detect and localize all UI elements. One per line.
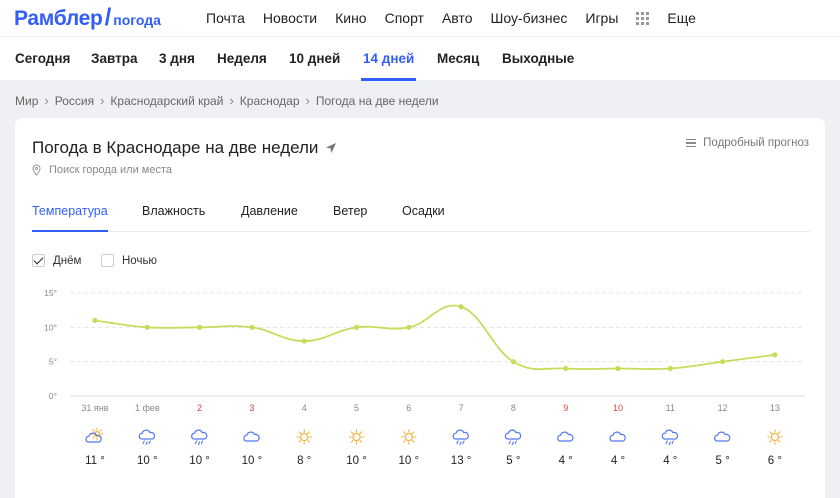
day-temperature-label: 13 ° [451, 455, 472, 467]
tab-3-days[interactable]: 3 дня [159, 51, 195, 66]
day-label: 1 фев [135, 403, 160, 413]
day-label: 5 [354, 403, 359, 413]
day-temperature-label: 8 ° [297, 455, 311, 467]
temperature-point[interactable] [353, 324, 360, 330]
top-header: Рамблер / погода Почта Новости Кино Спор… [0, 0, 840, 36]
temperature-point[interactable] [249, 324, 255, 330]
nav-news[interactable]: Новости [263, 10, 317, 26]
nav-sport[interactable]: Спорт [385, 10, 424, 26]
breadcrumb-separator: › [100, 93, 105, 108]
logo-slash: / [104, 4, 112, 31]
day-label: 4 [302, 403, 307, 413]
day-label: 11 [666, 403, 675, 413]
tab-10-days[interactable]: 10 дней [289, 51, 340, 66]
day-temperature-label: 5 ° [715, 455, 729, 467]
breadcrumb-separator: › [229, 93, 234, 108]
sun-icon [348, 429, 365, 445]
day-temperature-label: 11 ° [85, 455, 105, 467]
day-label: 7 [459, 403, 464, 413]
period-tabs: Сегодня Завтра 3 дня Неделя 10 дней 14 д… [0, 36, 840, 81]
breadcrumb-city[interactable]: Краснодар [240, 94, 300, 108]
nav-more[interactable]: Еще [636, 10, 714, 26]
cloud-icon [243, 431, 260, 442]
day-temperature-label: 10 ° [399, 455, 420, 467]
breadcrumb-separator: › [44, 93, 49, 108]
cloud-icon [609, 431, 626, 442]
nav-more-label: Еще [667, 10, 696, 26]
temperature-point[interactable] [406, 324, 412, 330]
rain-icon [191, 429, 208, 446]
breadcrumb-separator: › [305, 93, 310, 108]
day-label: 13 [770, 403, 780, 413]
forecast-card: Погода в Краснодаре на две недели Поиск … [15, 118, 825, 498]
y-tick-label: 10° [44, 322, 57, 332]
day-temperature-line [94, 304, 776, 371]
temperature-point[interactable] [615, 365, 621, 372]
day-temperature-label: 10 ° [346, 455, 367, 467]
day-temperature-label: 10 ° [189, 455, 210, 467]
temperature-point[interactable] [458, 304, 464, 310]
nav-auto[interactable]: Авто [442, 10, 473, 26]
sun-icon [296, 429, 312, 445]
rain-icon [138, 429, 156, 446]
tab-month[interactable]: Месяц [437, 51, 479, 66]
day-temperature-label: 4 ° [663, 455, 677, 467]
logo-text: Рамблер [14, 7, 103, 30]
breadcrumb-current: Погода на две недели [315, 93, 439, 108]
partly-cloudy-icon [85, 427, 104, 443]
day-temperature-label: 4 ° [559, 455, 573, 467]
day-label: 10 [613, 403, 623, 413]
sun-icon [401, 429, 417, 445]
breadcrumb-world[interactable]: Мир [15, 94, 38, 108]
tab-week[interactable]: Неделя [217, 51, 267, 66]
rambler-logo[interactable]: Рамблер / погода [14, 4, 161, 31]
temperature-point[interactable] [720, 359, 726, 365]
temperature-point[interactable] [92, 317, 98, 324]
nav-show-business[interactable]: Шоу-бизнес [490, 10, 567, 26]
y-tick-label: 15° [44, 288, 57, 298]
day-label: 8 [511, 403, 516, 413]
day-label: 31 янв [81, 403, 108, 413]
day-label: 6 [406, 403, 411, 413]
y-tick-label: 0° [49, 391, 57, 401]
temperature-chart: 15° 10° 5° 0° 31 янв 11 ° 1 фев 10 ° 2 10 ° 3 10 ° 4… [44, 288, 805, 467]
nav-mail[interactable]: Почта [206, 10, 245, 26]
temperature-point[interactable] [301, 338, 307, 344]
day-temperature-label: 4 ° [611, 455, 625, 467]
cloud-icon [714, 431, 731, 442]
temperature-point[interactable] [144, 324, 150, 330]
logo-subtitle: погода [113, 12, 161, 28]
tab-14-days[interactable]: 14 дней [360, 51, 417, 81]
cloud-icon [557, 431, 574, 442]
rain-icon [452, 429, 469, 446]
day-label: 9 [563, 403, 568, 413]
day-temperature-label: 5 ° [506, 455, 520, 467]
temperature-point[interactable] [772, 352, 778, 358]
day-temperature-label: 10 ° [242, 455, 263, 467]
nav-cinema[interactable]: Кино [335, 10, 367, 26]
sun-icon [767, 429, 783, 445]
tab-today[interactable]: Сегодня [15, 51, 70, 66]
tab-tomorrow[interactable]: Завтра [91, 51, 137, 66]
day-label: 2 [197, 403, 202, 413]
y-tick-label: 5° [49, 357, 57, 367]
rain-icon [661, 429, 679, 446]
temperature-point[interactable] [510, 359, 516, 365]
day-temperature-label: 6 ° [768, 455, 782, 467]
temperature-point[interactable] [197, 324, 203, 330]
breadcrumb-region[interactable]: Краснодарский край [110, 94, 223, 108]
apps-grid-icon [636, 11, 650, 25]
tab-weekend[interactable]: Выходные [502, 51, 574, 66]
temperature-point[interactable] [563, 365, 569, 372]
day-temperature-label: 10 ° [137, 455, 158, 467]
breadcrumb-russia[interactable]: Россия [55, 94, 94, 108]
breadcrumb: Мир › Россия › Краснодарский край › Крас… [15, 93, 439, 108]
top-nav: Почта Новости Кино Спорт Авто Шоу-бизнес… [206, 10, 732, 26]
nav-games[interactable]: Игры [585, 10, 618, 26]
day-label: 12 [718, 403, 728, 413]
day-label: 3 [249, 403, 254, 413]
rain-icon [504, 429, 522, 446]
temperature-point[interactable] [667, 365, 673, 372]
